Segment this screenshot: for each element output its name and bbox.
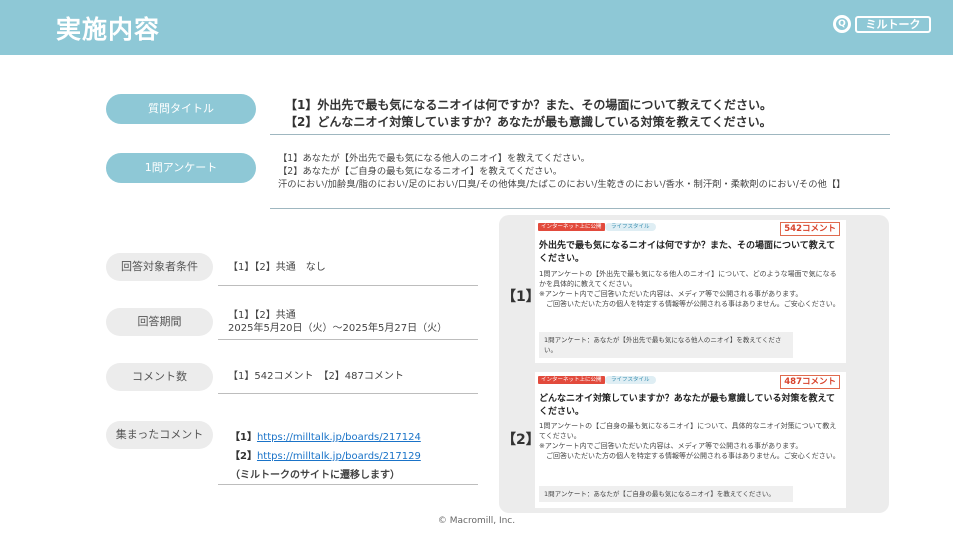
collected-links: 【1】https://milltalk.jp/boards/217124 【2】…: [230, 428, 421, 485]
comment-count-badge: 487コメント: [780, 375, 840, 389]
survey-line-1: 【1】あなたが【外出先で最も気になる他人のニオイ】を教えてください。: [278, 153, 590, 164]
copyright: © Macromill, Inc.: [437, 516, 516, 526]
search-icon: Q: [833, 15, 851, 33]
survey-line-2: 【2】あなたが【ご自身の最も気になるニオイ】を教えてください。: [278, 166, 563, 177]
question-title-line-1: 【1】外出先で最も気になるニオイは何ですか？また、その場面について教えてください…: [285, 98, 773, 112]
public-tag: インターネット上に公開: [538, 376, 605, 384]
divider: [218, 285, 478, 286]
board-link-2[interactable]: https://milltalk.jp/boards/217129: [257, 451, 421, 462]
divider: [218, 393, 478, 394]
label-question-title: 質問タイトル: [106, 94, 256, 124]
comment-count-badge: 542コメント: [780, 222, 840, 236]
divider: [218, 484, 478, 485]
milltalk-logo: Q ミルトーク: [833, 15, 931, 33]
label-period: 回答期間: [106, 308, 213, 336]
poll-box: 1問アンケート：あなたが【外出先で最も気になる他人のニオイ】を教えてください。: [539, 332, 793, 358]
survey-options: 汗のにおい/加齢臭/脂のにおい/足のにおい/口臭/その他体臭/たばこのにおい/生…: [278, 179, 846, 190]
board-link-1[interactable]: https://milltalk.jp/boards/217124: [257, 432, 421, 443]
label-survey: 1問アンケート: [106, 153, 256, 183]
card-body: 1問アンケートの【ご自身の最も気になるニオイ】について、具体的なニオイ対策につい…: [539, 421, 842, 461]
label-collected: 集まったコメント: [106, 421, 213, 449]
card-body-line-1: 1問アンケートの【ご自身の最も気になるニオイ】について、具体的なニオイ対策につい…: [539, 422, 837, 440]
card-heading: どんなニオイ対策していますか？あなたが最も意識している対策を教えてください。: [539, 394, 836, 417]
board-card-1[interactable]: インターネット上に公開 ライフスタイル 542コメント 外出先で最も気になるニオ…: [535, 220, 846, 363]
category-chip: ライフスタイル: [605, 376, 656, 384]
period-line-1: 【1】【2】共通: [228, 310, 296, 321]
card-body-line-2: ※アンケート内でご回答いただいた内容は、メディア等で公開される事があります。: [539, 290, 803, 298]
label-comments: コメント数: [106, 363, 213, 391]
card-body-line-2: ※アンケート内でご回答いただいた内容は、メディア等で公開される事があります。: [539, 442, 803, 450]
target-value: 【1】【2】共通 なし: [228, 262, 326, 273]
question-title-text: 【1】外出先で最も気になるニオイは何ですか？また、その場面について教えてください…: [285, 97, 772, 131]
card-body-line-3: ご回答いただいた方の個人を特定する情報等が公開される事はありません。ご安心くださ…: [539, 300, 840, 308]
link-1-label: 【1】: [230, 432, 257, 443]
card-body-line-1: 1問アンケートの【外出先で最も気になる他人のニオイ】について、どのような場面で気…: [539, 270, 837, 288]
divider: [270, 208, 890, 209]
page-title: 実施内容: [56, 15, 161, 44]
divider: [218, 339, 478, 340]
card-body-line-3: ご回答いただいた方の個人を特定する情報等が公開される事はありません。ご安心くださ…: [539, 452, 840, 460]
card-heading: 外出先で最も気になるニオイは何ですか？また、その場面について教えてください。: [539, 241, 836, 264]
board-card-2[interactable]: インターネット上に公開 ライフスタイル 487コメント どんなニオイ対策していま…: [535, 372, 846, 508]
link-2-label: 【2】: [230, 451, 257, 462]
label-target: 回答対象者条件: [106, 253, 213, 281]
link-note: （ミルトークのサイトに遷移します）: [230, 470, 400, 481]
poll-box: 1問アンケート：あなたが【ご自身の最も気になるニオイ】を教えてください。: [539, 486, 793, 502]
period-value: 【1】【2】共通 2025年5月20日（火）～2025年5月27日（火）: [228, 309, 447, 335]
card-body: 1問アンケートの【外出先で最も気になる他人のニオイ】について、どのような場面で気…: [539, 269, 842, 309]
category-chip: ライフスタイル: [605, 223, 656, 231]
period-line-2: 2025年5月20日（火）～2025年5月27日（火）: [228, 323, 448, 334]
header-bar: 実施内容 Q ミルトーク: [0, 0, 953, 55]
logo-text: ミルトーク: [855, 15, 931, 33]
public-tag: インターネット上に公開: [538, 223, 605, 231]
divider: [270, 134, 890, 135]
question-title-line-2: 【2】どんなニオイ対策していますか？あなたが最も意識している対策を教えてください…: [285, 115, 772, 129]
comments-value: 【1】542コメント 【2】487コメント: [228, 371, 404, 382]
survey-text: 【1】あなたが【外出先で最も気になる他人のニオイ】を教えてください。 【2】あな…: [278, 152, 888, 191]
